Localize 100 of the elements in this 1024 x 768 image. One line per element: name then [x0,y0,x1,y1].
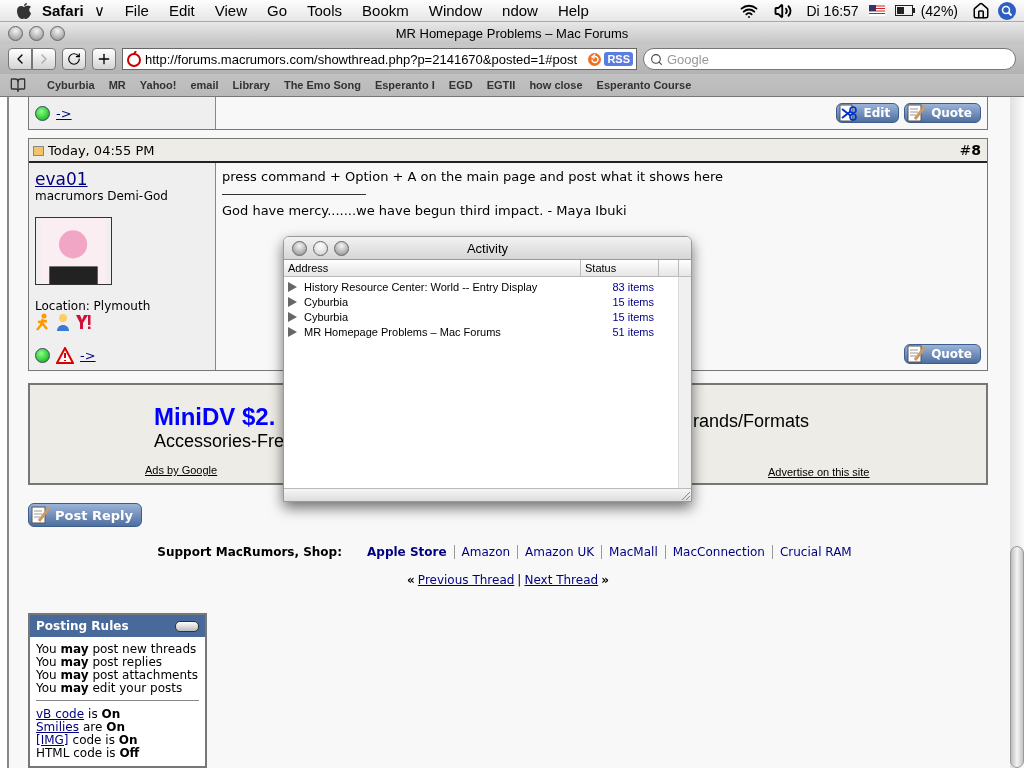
search-icon[interactable] [998,1,1016,20]
bookmark[interactable]: EGD [441,79,480,91]
resize-grip-icon[interactable] [679,489,691,501]
clock[interactable]: Di 16:57 [800,2,865,19]
bookmark[interactable]: Yahoo! [132,79,184,91]
ad-text: Accessories-Fre [154,431,285,452]
post-number[interactable]: #8 [959,142,981,158]
setting-text: are On [82,721,125,734]
setting-link[interactable]: Smilies [36,721,79,734]
scrollbar[interactable] [678,277,691,488]
shop-link[interactable]: Amazon [453,545,518,559]
setting-text: HTML code is Off [36,747,141,760]
address-field[interactable]: http://forums.macrumors.com/showthread.php?p=2141670&posted=1#post RSS [122,48,637,70]
disclosure-triangle-icon[interactable] [288,311,297,322]
column-header[interactable]: Address [284,260,581,276]
signature: God have mercy.......we have begun third impact. - Maya Ibuki [222,203,628,218]
status-cell-text: 51 items [611,325,655,338]
bookmark[interactable]: Library [225,79,277,91]
window-title: Activity [465,240,510,256]
ad-text: rands/Formats [693,411,810,432]
reload-icon [67,52,81,66]
rss-badge[interactable]: RSS [604,52,633,66]
previous-arrows: « [406,573,416,587]
back-button[interactable] [8,48,32,70]
bookmark[interactable]: how close [522,79,590,91]
zoom-button[interactable] [334,240,349,256]
apple-icon[interactable] [16,1,32,20]
add-bookmark-button[interactable] [92,48,116,70]
document-pencil-icon [31,506,51,524]
zoom-button[interactable] [50,25,65,41]
person-icon[interactable] [55,313,71,331]
shop-link[interactable]: Apple Store [360,545,454,559]
menu-item[interactable]: Help [547,2,599,19]
battery-percentage[interactable]: (42%) [914,2,964,19]
disclosure-triangle-icon[interactable] [288,281,297,292]
reload-button[interactable] [62,48,86,70]
collapse-button[interactable] [175,620,199,632]
status-cell-text: 15 items [611,295,655,308]
minimize-button[interactable] [313,240,328,256]
arrow-link[interactable]: -> [80,348,96,363]
bookmark[interactable]: EGTII [479,79,523,91]
scissors-icon [839,104,860,122]
menu-item[interactable]: File [114,2,159,19]
flag-icon[interactable] [868,5,885,16]
bookmarks-icon[interactable] [10,77,26,93]
status-cell-text: 83 items [611,280,655,293]
username-link[interactable]: eva01 [35,169,209,189]
home-icon[interactable] [972,1,990,20]
disclosure-triangle-icon[interactable] [288,326,297,337]
user-location: Location: Plymouth [35,299,152,313]
status-cell-text: 15 items [611,310,655,323]
address-cell-text: History Resource Center: World -- Entry Display [304,280,539,293]
setting-text: code is On [72,734,138,747]
bookmark[interactable]: Cyburbia [40,79,102,91]
site-icon [126,51,142,67]
menu-item[interactable]: Tools [297,2,353,19]
volume-icon[interactable] [774,1,793,20]
setting-link[interactable]: vB code [36,708,85,721]
next-thread-link[interactable]: Next Thread [524,573,599,587]
scrollbar[interactable] [1010,97,1024,768]
menu-item[interactable]: ndow [492,2,548,19]
battery-icon[interactable] [894,5,915,16]
column-header[interactable]: Status [581,260,659,276]
bookmark[interactable]: The Emo Song [276,79,368,91]
bookmark[interactable]: Esperanto Course [589,79,699,91]
previous-thread-link[interactable]: Previous Thread [417,573,515,587]
menu-item[interactable]: Go [257,2,297,19]
close-button[interactable] [8,25,23,41]
shop-link[interactable]: MacConnection [664,545,772,559]
menu-item[interactable]: Bookm [352,2,419,19]
shop-link[interactable]: Amazon UK [517,545,602,559]
ad-headline[interactable]: MiniDV $2. [154,403,276,431]
permission-text: You may post new threads [36,643,198,656]
bookmark[interactable]: MR [101,79,133,91]
close-button[interactable] [292,240,307,256]
online-status-dot [35,348,50,363]
minimize-button[interactable] [29,25,44,41]
address-cell-text: Cyburbia [304,310,350,323]
search-icon [650,52,663,66]
document-pencil-icon [907,104,928,122]
post-date: Today, 04:55 PM [48,142,156,158]
ads-by-link[interactable]: Ads by Google [145,464,218,476]
bookmark[interactable]: email [183,79,226,91]
shop-link[interactable]: MacMall [601,545,665,559]
stop-icon[interactable] [588,52,602,66]
exclamation-logo-icon[interactable] [75,313,91,331]
app-menu[interactable]: Safari [32,2,94,19]
shop-link[interactable]: Crucial RAM [771,545,859,559]
advertise-link[interactable]: Advertise on this site [768,466,870,478]
forward-button[interactable] [32,48,56,70]
arrow-link[interactable]: -> [56,105,72,121]
setting-link[interactable]: [IMG] [36,734,69,747]
menu-item[interactable]: Edit [158,2,205,19]
menu-item[interactable]: Window [418,2,493,19]
address-cell-text: Cyburbia [304,295,350,308]
menu-item[interactable]: View [204,2,257,19]
disclosure-triangle-icon[interactable] [288,296,297,307]
bookmark[interactable]: Esperanto I [367,79,442,91]
warning-icon[interactable] [56,347,74,364]
post-message: press command + Option + A on the main page and post what it shows here [222,169,725,184]
